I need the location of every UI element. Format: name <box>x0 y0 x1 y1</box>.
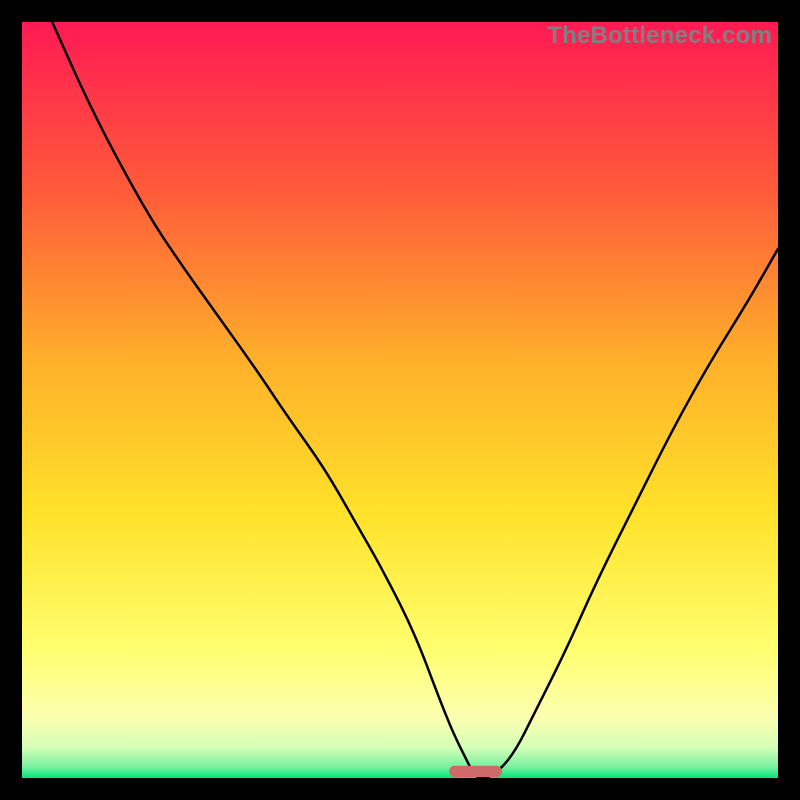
gradient-background <box>22 22 778 778</box>
bottleneck-chart <box>22 22 778 778</box>
chart-frame: TheBottleneck.com <box>22 22 778 778</box>
watermark-label: TheBottleneck.com <box>547 22 772 50</box>
bottleneck-marker <box>449 766 502 777</box>
